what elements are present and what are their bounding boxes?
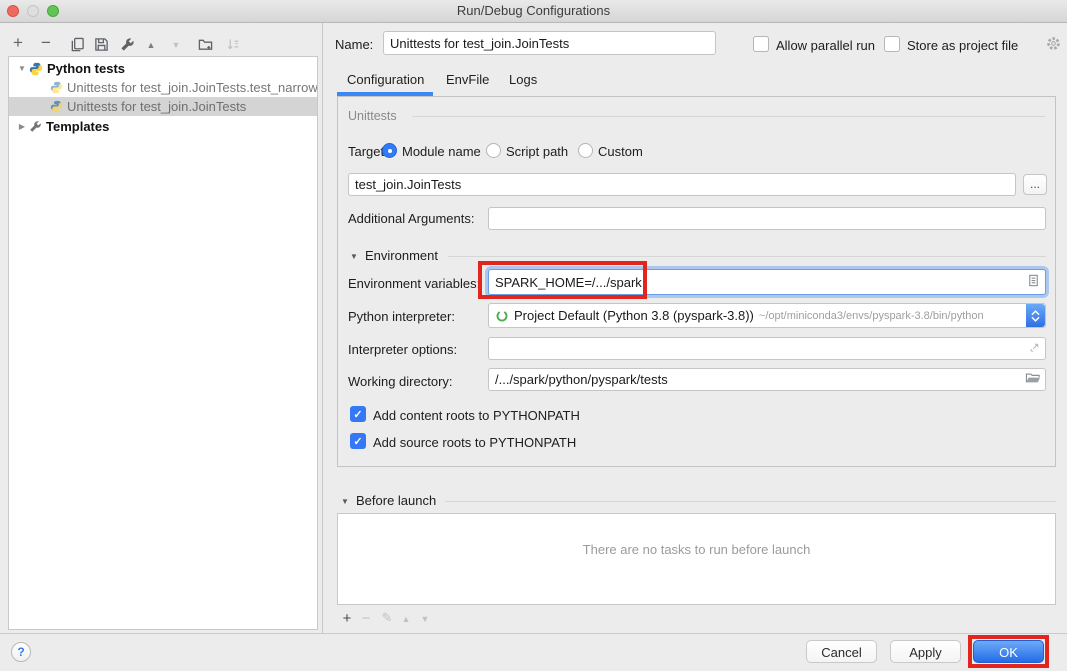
interpreter-options-field[interactable] — [488, 337, 1046, 360]
tab-logs[interactable]: Logs — [509, 72, 537, 87]
store-options-gear-icon[interactable] — [1045, 35, 1062, 57]
target-custom-label: Custom — [598, 144, 643, 159]
tree-item-test-narrow[interactable]: Unittests for test_join.JoinTests.test_n… — [9, 78, 317, 97]
help-button[interactable]: ? — [11, 642, 31, 662]
env-vars-highlight-box — [478, 261, 647, 299]
add-source-roots-label: Add source roots to PYTHONPATH — [373, 435, 576, 450]
environment-collapse-icon[interactable]: ▼ — [350, 252, 358, 261]
window-title: Run/Debug Configurations — [0, 0, 1067, 22]
move-up-icon[interactable]: ▲ — [142, 36, 160, 54]
target-module-name-radio[interactable] — [382, 143, 397, 158]
panel-divider — [322, 23, 323, 633]
allow-parallel-run-checkbox[interactable] — [753, 36, 769, 52]
create-folder-icon[interactable] — [196, 35, 214, 53]
remove-configuration-icon[interactable]: − — [37, 34, 55, 52]
target-script-path-label: Script path — [506, 144, 568, 159]
unittests-group-label: Unittests — [348, 109, 397, 123]
env-vars-list-icon[interactable] — [1026, 273, 1041, 291]
name-input[interactable] — [383, 31, 716, 55]
target-module-name-label: Module name — [402, 144, 481, 159]
browse-module-button[interactable]: ... — [1023, 174, 1047, 195]
working-directory-label: Working directory: — [348, 374, 453, 389]
add-task-icon[interactable]: + — [339, 610, 355, 626]
before-launch-header: Before launch — [356, 493, 436, 508]
tree-item-label: Unittests for test_join.JoinTests.test_n… — [67, 80, 317, 95]
environment-section-header: Environment — [365, 248, 438, 263]
python-tests-icon — [29, 62, 43, 76]
tab-envfile[interactable]: EnvFile — [446, 72, 489, 87]
working-directory-value[interactable]: /.../spark/python/pyspark/tests — [495, 372, 1025, 387]
before-launch-collapse-icon[interactable]: ▼ — [341, 497, 349, 506]
edit-templates-icon[interactable] — [118, 35, 136, 53]
target-script-path-radio[interactable] — [486, 143, 501, 158]
chevron-expanded-icon[interactable]: ▼ — [17, 64, 27, 73]
run-debug-configurations-dialog: Run/Debug Configurations + − ▲ ▼ ▼ Pytho… — [0, 0, 1067, 671]
add-content-roots-label: Add content roots to PYTHONPATH — [373, 408, 580, 423]
allow-parallel-run-label: Allow parallel run — [776, 38, 875, 53]
python-interpreter-combobox[interactable]: Project Default (Python 3.8 (pyspark-3.8… — [488, 303, 1046, 328]
before-launch-task-list: There are no tasks to run before launch — [337, 513, 1056, 605]
additional-arguments-label: Additional Arguments: — [348, 211, 474, 226]
before-launch-empty-message: There are no tasks to run before launch — [338, 542, 1055, 557]
checkmark-icon: ✓ — [353, 435, 362, 448]
footer-divider — [0, 633, 1067, 634]
move-down-icon[interactable]: ▼ — [167, 36, 185, 54]
remove-task-icon[interactable]: − — [358, 610, 374, 626]
store-as-project-file-label: Store as project file — [907, 38, 1018, 53]
sort-configurations-icon[interactable] — [224, 35, 242, 53]
python-interpreter-path: ~/opt/miniconda3/envs/pyspark-3.8/bin/py… — [759, 310, 984, 322]
add-content-roots-checkbox[interactable]: ✓ — [350, 406, 366, 422]
additional-arguments-input[interactable] — [488, 207, 1046, 230]
cancel-button[interactable]: Cancel — [806, 640, 877, 663]
before-launch-divider — [445, 501, 1056, 502]
tree-item-templates[interactable]: ▶ Templates — [9, 117, 317, 136]
templates-wrench-icon — [29, 120, 42, 133]
move-task-up-icon[interactable]: ▲ — [398, 611, 414, 627]
save-configuration-icon[interactable] — [92, 35, 110, 53]
add-source-roots-checkbox[interactable]: ✓ — [350, 433, 366, 449]
environment-divider — [448, 256, 1046, 257]
interpreter-options-label: Interpreter options: — [348, 342, 457, 357]
tree-item-label: Unittests for test_join.JoinTests — [67, 99, 246, 114]
tree-item-label: Templates — [46, 119, 109, 134]
working-directory-field[interactable]: /.../spark/python/pyspark/tests — [488, 368, 1046, 391]
target-custom-radio[interactable] — [578, 143, 593, 158]
store-as-project-file-checkbox[interactable] — [884, 36, 900, 52]
environment-variables-label: Environment variables: — [348, 276, 480, 291]
chevron-collapsed-icon[interactable]: ▶ — [17, 122, 27, 131]
python-test-icon — [50, 81, 63, 94]
tree-item-jointests-selected[interactable]: Unittests for test_join.JoinTests — [9, 97, 317, 116]
unittests-groupbox: Unittests Target: Module name Script pat… — [337, 96, 1056, 467]
add-configuration-icon[interactable]: + — [9, 34, 27, 52]
ok-highlight-box — [968, 635, 1049, 668]
python-interpreter-label: Python interpreter: — [348, 309, 455, 324]
python-interpreter-value: Project Default (Python 3.8 (pyspark-3.8… — [514, 308, 754, 323]
group-divider — [412, 116, 1045, 117]
tree-item-python-tests[interactable]: ▼ Python tests — [9, 59, 317, 78]
configurations-tree: ▼ Python tests Unittests for test_join.J… — [8, 56, 318, 630]
combobox-stepper-icon[interactable] — [1026, 304, 1045, 327]
copy-configuration-icon[interactable] — [68, 35, 86, 53]
python-test-icon — [50, 100, 63, 113]
titlebar: Run/Debug Configurations — [0, 0, 1067, 23]
apply-button[interactable]: Apply — [890, 640, 961, 663]
checkmark-icon: ✓ — [353, 408, 362, 421]
tree-item-label: Python tests — [47, 61, 125, 76]
move-task-down-icon[interactable]: ▼ — [417, 611, 433, 627]
edit-task-icon[interactable]: ✎ — [379, 610, 395, 626]
name-label: Name: — [335, 37, 373, 52]
browse-folder-icon[interactable] — [1025, 371, 1041, 388]
tab-configuration[interactable]: Configuration — [347, 72, 424, 87]
expand-field-icon[interactable] — [1028, 341, 1041, 357]
conda-env-icon — [495, 309, 509, 323]
module-name-input[interactable] — [348, 173, 1016, 196]
